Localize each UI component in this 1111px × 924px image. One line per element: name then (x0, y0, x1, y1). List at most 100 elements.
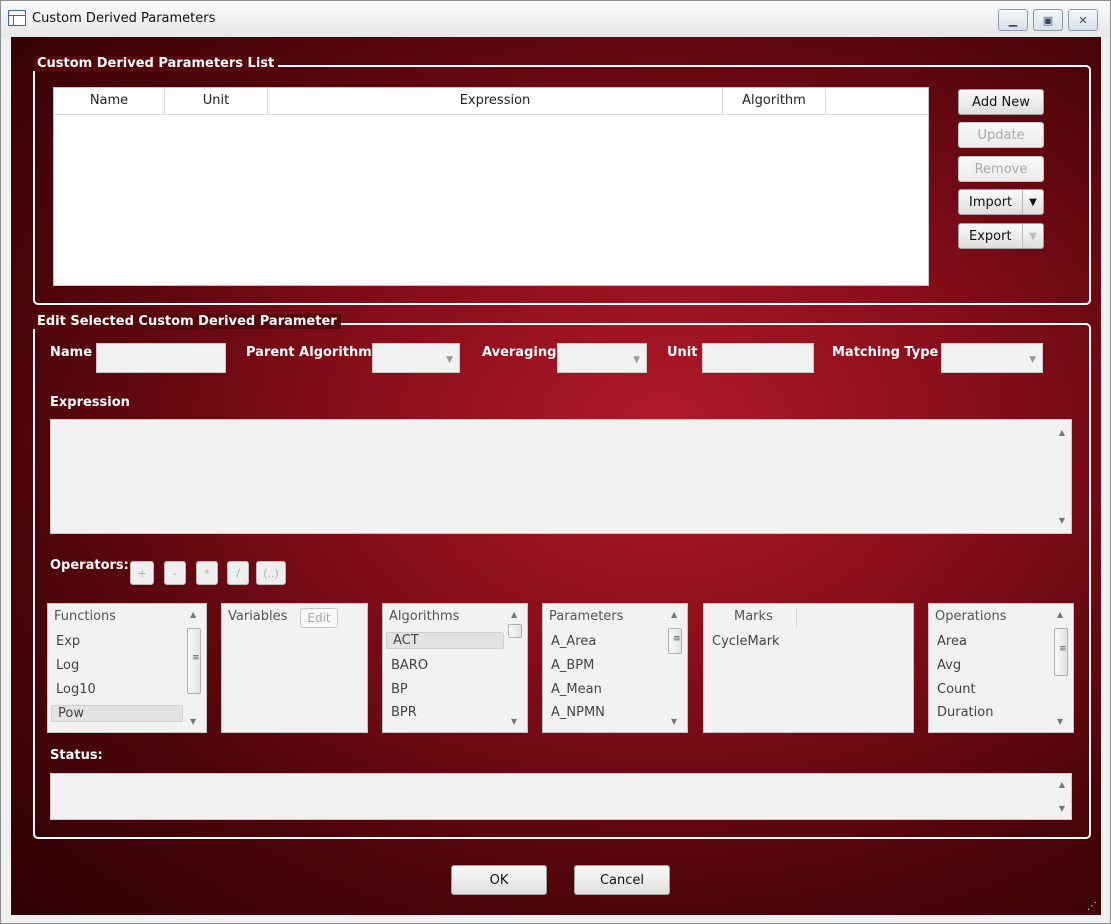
scroll-up-arrow-icon[interactable]: ▲ (1059, 780, 1065, 789)
column-header-expression[interactable]: Expression (268, 88, 723, 115)
list-item[interactable]: BP (391, 682, 408, 697)
list-item[interactable]: Log (56, 658, 79, 673)
averaging-select[interactable]: ▼ (557, 343, 647, 373)
operator-divide-button[interactable]: / (227, 561, 249, 585)
variables-list[interactable]: Variables Edit (221, 603, 368, 733)
column-header-name[interactable]: Name (54, 88, 165, 115)
scroll-thumb[interactable] (508, 624, 522, 638)
name-label: Name (50, 345, 93, 360)
list-item-selected[interactable]: Pow (51, 705, 183, 722)
scroll-up-arrow-icon[interactable]: ▲ (671, 610, 677, 619)
scroll-up-arrow-icon[interactable]: ▲ (1059, 428, 1065, 437)
scroll-down-arrow-icon[interactable]: ▼ (1059, 516, 1065, 525)
list-item[interactable]: A_BPM (551, 658, 594, 673)
scroll-up-arrow-icon[interactable]: ▲ (511, 610, 517, 619)
parameters-table[interactable]: Name Unit Expression Algorithm (53, 87, 929, 286)
close-button[interactable]: ✕ (1068, 9, 1098, 31)
expression-label: Expression (50, 395, 130, 410)
chevron-down-icon[interactable]: ▼ (1022, 224, 1043, 248)
algorithms-header: Algorithms (389, 609, 460, 624)
algorithms-scrollbar[interactable]: ▲ ▼ (507, 610, 523, 726)
marks-list[interactable]: Marks CycleMark (703, 603, 914, 733)
resize-grip-icon[interactable]: ⋰ (1087, 901, 1097, 912)
remove-button[interactable]: Remove (958, 156, 1044, 182)
edit-group-title: Edit Selected Custom Derived Parameter (33, 314, 341, 329)
list-item[interactable]: Exp (56, 634, 80, 649)
export-split-button[interactable]: Export ▼ (958, 223, 1044, 249)
column-header-filler (826, 88, 928, 115)
list-item[interactable]: Log10 (56, 682, 96, 697)
expression-textarea[interactable]: ▲ ▼ (50, 419, 1072, 534)
minimize-button[interactable]: ▁ (998, 9, 1028, 31)
unit-field[interactable] (702, 343, 814, 373)
scroll-down-arrow-icon[interactable]: ▼ (671, 717, 677, 726)
parameters-header: Parameters (549, 609, 624, 624)
operations-list[interactable]: Operations Area Avg Count Duration ▲ ≡ ▼ (928, 603, 1074, 733)
scroll-down-arrow-icon[interactable]: ▼ (1057, 717, 1063, 726)
functions-list[interactable]: Functions Exp Log Log10 Pow ▲ ≡ ▼ (47, 603, 207, 733)
parameters-scrollbar[interactable]: ▲ ≡ ▼ (667, 610, 683, 726)
operator-multiply-button[interactable]: * (196, 561, 218, 585)
ok-button[interactable]: OK (451, 865, 547, 895)
parameters-list[interactable]: Parameters A_Area A_BPM A_Mean A_NPMN ▲ … (542, 603, 688, 733)
maximize-button[interactable]: ▣ (1033, 9, 1063, 31)
marks-header: Marks (734, 609, 773, 624)
list-item[interactable]: BPR (391, 705, 417, 720)
parent-algorithm-label: Parent Algorithm (246, 345, 372, 360)
chevron-down-icon: ▼ (1029, 355, 1036, 365)
variables-header: Variables (228, 609, 288, 624)
list-item[interactable]: A_NPMN (551, 705, 605, 720)
chevron-down-icon[interactable]: ▼ (1022, 190, 1043, 214)
operator-minus-button[interactable]: - (164, 561, 186, 585)
cancel-button[interactable]: Cancel (574, 865, 670, 895)
operations-scrollbar[interactable]: ▲ ≡ ▼ (1053, 610, 1069, 726)
list-item[interactable]: Area (937, 634, 967, 649)
scroll-thumb[interactable]: ≡ (187, 628, 201, 694)
column-header-unit[interactable]: Unit (165, 88, 268, 115)
scroll-up-arrow-icon[interactable]: ▲ (1057, 610, 1063, 619)
operations-header: Operations (935, 609, 1007, 624)
dialog-client-area: Custom Derived Parameters List Name Unit… (11, 37, 1101, 915)
list-item-selected[interactable]: ACT (386, 632, 504, 649)
list-group-title: Custom Derived Parameters List (33, 56, 279, 71)
edit-group: Edit Selected Custom Derived Parameter (33, 314, 1091, 839)
import-split-button[interactable]: Import ▼ (958, 189, 1044, 215)
export-label: Export (969, 228, 1012, 244)
list-item[interactable]: Count (937, 682, 976, 697)
scroll-up-arrow-icon[interactable]: ▲ (190, 610, 196, 619)
algorithms-list[interactable]: Algorithms ACT BARO BP BPR ▲ ▼ (382, 603, 528, 733)
close-icon: ✕ (1078, 13, 1088, 27)
list-item[interactable]: A_Area (551, 634, 596, 649)
update-button[interactable]: Update (958, 122, 1044, 148)
chevron-down-icon: ▼ (633, 355, 640, 365)
column-header-algorithm[interactable]: Algorithm (723, 88, 826, 115)
import-label: Import (969, 194, 1013, 210)
title-bar[interactable]: Custom Derived Parameters ▁ ▣ ✕ (1, 1, 1110, 37)
list-item[interactable]: Duration (937, 705, 993, 720)
window-grid-icon (8, 10, 26, 26)
window-title: Custom Derived Parameters (32, 11, 216, 26)
maximize-icon: ▣ (1042, 13, 1054, 27)
scroll-thumb[interactable]: ≡ (668, 628, 682, 654)
list-item[interactable]: A_Mean (551, 682, 602, 697)
add-new-button[interactable]: Add New (958, 89, 1044, 115)
scroll-thumb[interactable]: ≡ (1054, 628, 1068, 676)
name-field[interactable] (96, 343, 226, 373)
functions-scrollbar[interactable]: ▲ ≡ ▼ (186, 610, 202, 726)
dialog-window: Custom Derived Parameters ▁ ▣ ✕ Custom D… (0, 0, 1111, 924)
operator-parentheses-button[interactable]: (..) (256, 561, 286, 585)
list-item[interactable]: Avg (937, 658, 961, 673)
list-item[interactable]: CycleMark (712, 634, 780, 649)
scroll-down-arrow-icon[interactable]: ▼ (1059, 804, 1065, 813)
parent-algorithm-select[interactable]: ▼ (372, 343, 460, 373)
list-item[interactable]: BARO (391, 658, 428, 673)
status-label: Status: (50, 748, 103, 763)
operator-plus-button[interactable]: + (130, 561, 154, 585)
scroll-down-arrow-icon[interactable]: ▼ (190, 717, 196, 726)
status-textarea[interactable]: ▲ ▼ (50, 773, 1072, 820)
chevron-down-icon: ▼ (446, 355, 453, 365)
matching-type-select[interactable]: ▼ (941, 343, 1043, 373)
variables-edit-button[interactable]: Edit (300, 608, 338, 628)
functions-header: Functions (54, 609, 117, 624)
scroll-down-arrow-icon[interactable]: ▼ (511, 717, 517, 726)
